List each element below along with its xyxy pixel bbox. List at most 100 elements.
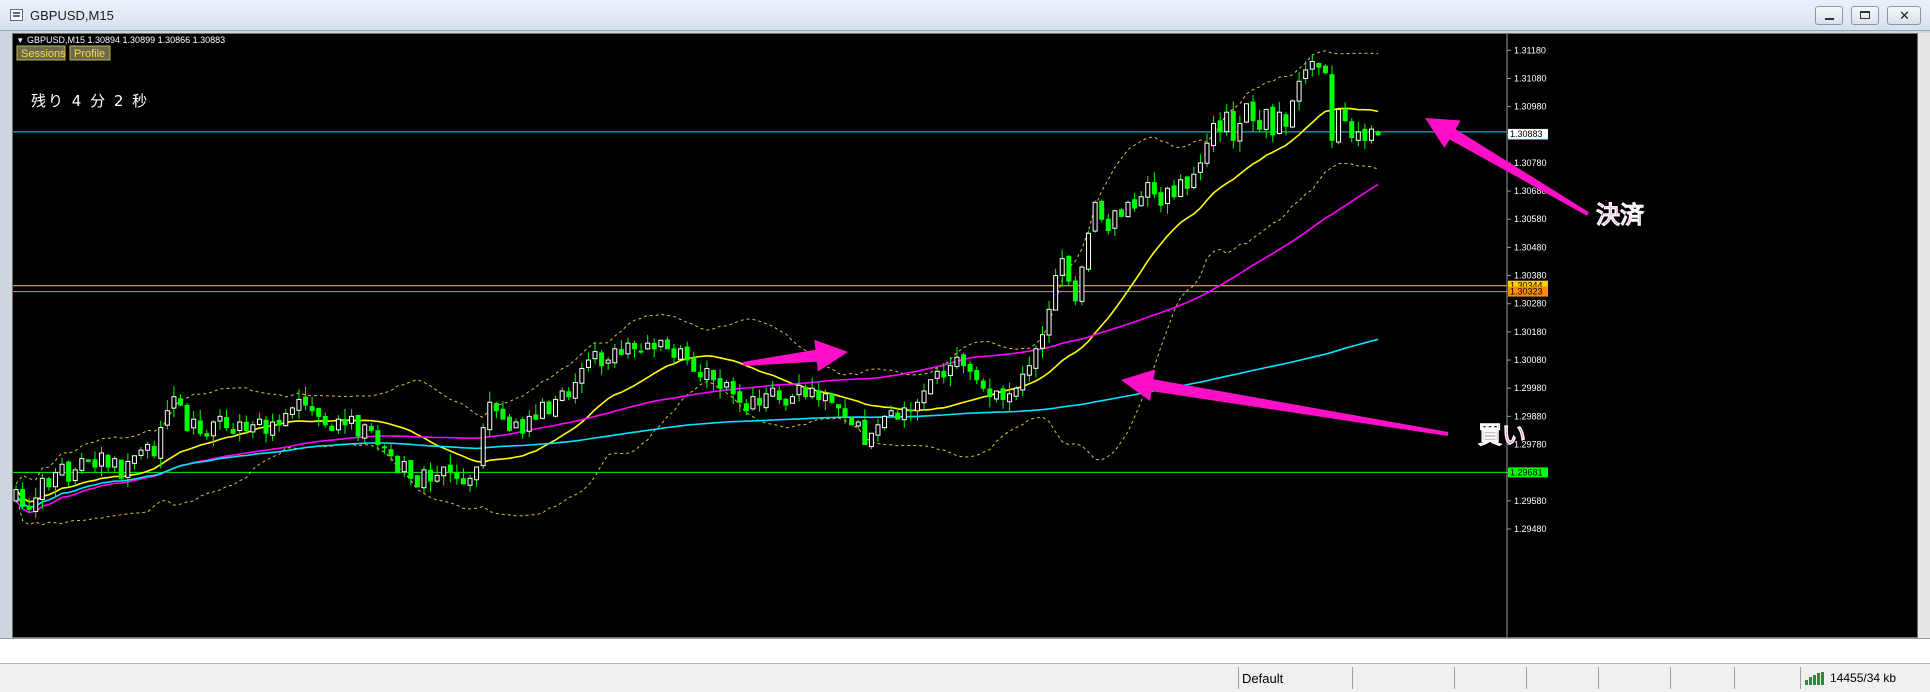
price-axis: 1.311801.310801.309801.308801.307801.306… [1506,34,1548,637]
candle-body [1191,173,1197,188]
candle-body [72,469,78,482]
candle-body [342,419,348,426]
candle-body [26,505,32,510]
sessions-button[interactable]: Sessions [16,45,66,61]
price-tick-label: 1.29880 [1514,411,1547,421]
candle-body [724,382,730,388]
candle-body [743,403,749,412]
candle-body [882,415,888,429]
candle-body [1243,103,1249,123]
candle-body [579,367,585,384]
candle-body [303,396,309,406]
candle-body [309,406,315,412]
chart-header-arrow[interactable]: ▾ [18,35,23,45]
price-tick-label: 1.30780 [1514,158,1547,168]
candle-body [112,458,118,468]
minimize-button[interactable] [1815,6,1843,25]
window-title: GBPUSD,M15 [30,8,114,23]
profile-button[interactable]: Profile [69,45,111,61]
candle-body [618,349,624,355]
chart-header-text: GBPUSD,M15 1.30894 1.30899 1.30866 1.308… [27,35,225,45]
candle-body [855,421,861,427]
candle-body [1007,393,1013,403]
candle-body [1368,128,1374,141]
candle-body [1033,348,1039,369]
candle-body [1086,232,1092,270]
candle-body [1066,255,1072,282]
candle-body [1204,142,1210,164]
time-axis-scrollbar[interactable] [0,638,1930,663]
candle-body [158,427,164,459]
price-tick-label: 1.30980 [1514,102,1547,112]
candle-body [1322,65,1328,74]
candle-body [895,412,901,420]
buy-arrow [1121,369,1449,436]
candle-body [1355,131,1361,141]
candle-body [1000,388,1006,400]
candle-body [599,352,605,367]
candle-body [289,407,295,415]
status-profile[interactable]: Default [1242,671,1283,686]
candle-body [1211,122,1217,147]
candle-body [1112,210,1118,229]
status-bar: Default 14455/34 kb [0,663,1930,692]
candle-body [105,454,111,468]
candle-body [691,357,697,372]
candle-body [349,415,355,424]
candle-body [1105,218,1111,231]
candle-body [329,425,335,431]
candle-body [632,342,638,350]
candle-body [908,409,914,412]
bollinger-bands [15,50,1379,526]
maximize-button[interactable] [1851,6,1879,25]
candle-body [434,474,440,482]
candle-body [316,408,322,417]
candle-body [296,398,302,411]
price-label-text: 1.30323 [1510,287,1543,297]
candle-body [217,415,223,422]
status-separator [1670,667,1671,689]
candle-body [164,410,170,426]
close-button[interactable] [1887,6,1921,25]
candle-body [237,421,243,432]
candle-body [1165,187,1170,205]
candle-body [283,413,289,427]
candle-body [1250,101,1256,122]
candle-body [638,350,644,353]
candle-body [605,359,611,364]
candle-body [362,424,368,439]
window-titlebar[interactable]: GBPUSD,M15 [0,0,1930,31]
candle-body [704,367,710,381]
candle-body [500,408,506,420]
candle-body [171,396,177,409]
candle-body [474,466,480,481]
candle-body [355,414,361,437]
candle-body [520,419,526,434]
candle-body [1072,280,1078,302]
candle-body [671,348,677,358]
price-label-text: 1.30883 [1510,129,1543,139]
price-tick-label: 1.30280 [1514,299,1547,309]
vertical-scrollbar[interactable] [1918,33,1930,638]
candle-body [421,469,427,489]
candle-body [862,419,868,446]
candle-body [836,404,841,409]
candle-body [967,363,973,372]
candle-body [1171,185,1177,198]
candle-body [13,489,19,502]
candle-body [263,419,269,434]
chart-canvas[interactable]: 1.311801.310801.309801.308801.307801.306… [13,34,1918,638]
buy-annotation-text: 買い [1478,421,1526,449]
candle-body [546,401,552,415]
close-annotation-text: 決済 [1596,201,1645,229]
price-chart[interactable]: 1.311801.310801.309801.308801.307801.306… [12,33,1918,638]
ma-magenta-line [15,183,1379,514]
candle-body [276,419,282,426]
candle-body [533,414,539,420]
candle-body [125,460,131,478]
candle-body [1145,182,1151,198]
candle-body [849,417,855,426]
candle-body [697,372,703,378]
candle-body [1296,80,1302,102]
annotation-arrows [742,118,1589,436]
